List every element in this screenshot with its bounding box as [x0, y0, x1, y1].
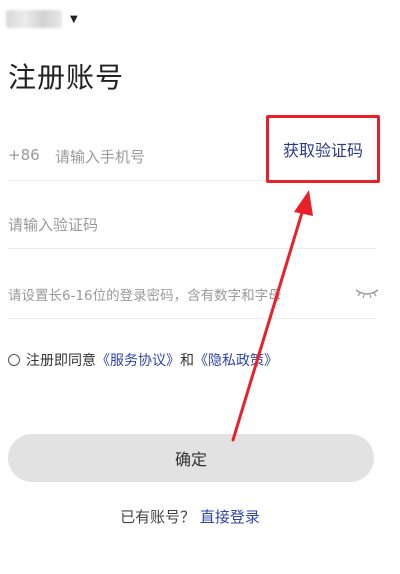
agreement-and: 和	[180, 353, 194, 369]
caret-down-icon: ▼	[70, 13, 78, 25]
phone-input[interactable]: 请输入手机号	[55, 146, 145, 167]
register-page: ▼ 注册账号 +86 请输入手机号 获取验证码 请输入验证码 请设置长6-16位…	[0, 0, 400, 574]
login-prompt: 已有账号？	[120, 508, 196, 526]
password-row: 请设置长6-16位的登录密码，含有数字和字母	[8, 268, 379, 319]
blurred-account-name	[6, 10, 62, 28]
login-prompt-line: 已有账号？ 直接登录	[0, 506, 380, 527]
account-dropdown[interactable]: ▼	[6, 10, 78, 28]
get-code-label: 获取验证码	[282, 141, 363, 160]
page-title: 注册账号	[8, 61, 125, 94]
password-input[interactable]: 请设置长6-16位的登录密码，含有数字和字母	[8, 284, 282, 304]
code-row: 请输入验证码	[8, 200, 376, 249]
confirm-label: 确定	[174, 450, 207, 469]
country-code[interactable]: +86	[8, 146, 40, 164]
agree-radio[interactable]	[8, 354, 20, 366]
direct-login-link[interactable]: 直接登录	[200, 508, 260, 526]
confirm-button[interactable]: 确定	[8, 434, 374, 482]
agreement-prefix: 注册即同意	[26, 353, 96, 369]
get-code-button[interactable]: 获取验证码	[266, 115, 380, 183]
eye-closed-icon[interactable]	[354, 286, 380, 300]
privacy-policy-link[interactable]: 《隐私政策》	[194, 350, 278, 370]
code-input[interactable]: 请输入验证码	[8, 214, 98, 235]
service-agreement-link[interactable]: 《服务协议》	[96, 350, 180, 370]
agreement-line: 注册即同意 《服务协议》 和 《隐私政策》	[8, 350, 278, 370]
